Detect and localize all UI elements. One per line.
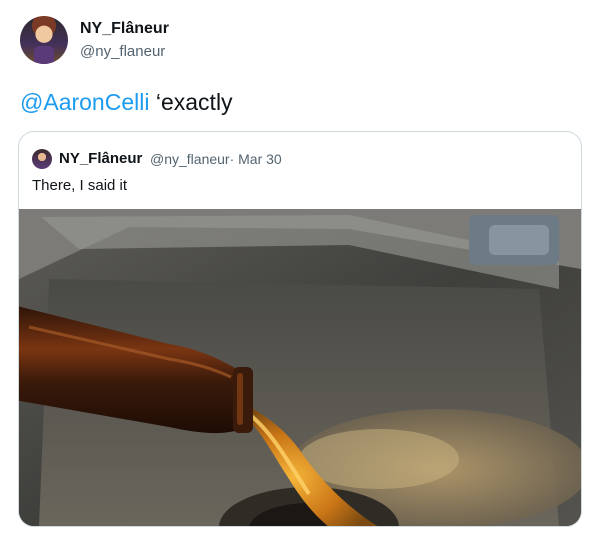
tweet-text: @AaronCelli ‘exactly: [20, 89, 233, 116]
tweet-body: ‘exactly: [149, 89, 233, 115]
quoted-author-display-name: NY_Flâneur: [59, 150, 143, 167]
mention-link[interactable]: @AaronCelli: [20, 89, 149, 115]
quoted-tweet-media[interactable]: [19, 209, 581, 526]
quoted-tweet-card[interactable]: NY_Flâneur @ny_flaneur· Mar 30 There, I …: [18, 131, 582, 527]
beer-pouring-photo: [19, 209, 581, 526]
quoted-author-avatar: [32, 149, 52, 169]
author-handle[interactable]: @ny_flaneur: [80, 43, 165, 60]
quoted-author-handle-date: @ny_flaneur· Mar 30: [150, 151, 282, 167]
author-avatar[interactable]: [20, 16, 68, 64]
author-display-name[interactable]: NY_Flâneur: [80, 20, 169, 38]
quoted-tweet-text: There, I said it: [32, 177, 128, 194]
